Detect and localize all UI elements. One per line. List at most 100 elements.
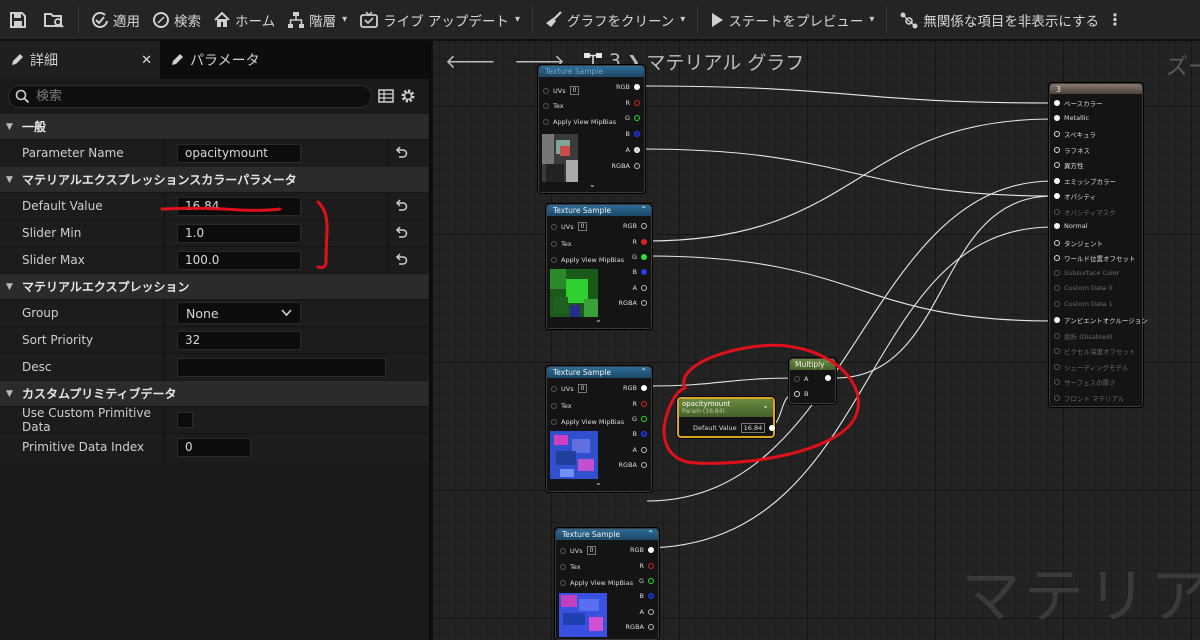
- reset-to-default-icon[interactable]: [394, 199, 408, 213]
- input-pin-dot[interactable]: [1054, 332, 1060, 339]
- save-button[interactable]: [0, 0, 36, 39]
- input-pin-dot[interactable]: [1054, 177, 1060, 184]
- input-pin-dot[interactable]: [1054, 300, 1060, 307]
- tab-details[interactable]: 詳細 ✕: [0, 41, 160, 79]
- output-a[interactable]: A: [640, 608, 654, 616]
- slider-min-field[interactable]: 1.0: [177, 223, 301, 243]
- output-rgba[interactable]: RGBA: [626, 623, 654, 631]
- material-input-pin[interactable]: ラフネス: [1054, 145, 1090, 155]
- parameter-name-field[interactable]: opacitymount: [177, 143, 301, 163]
- expand-chevron-icon[interactable]: ⌄: [589, 180, 596, 189]
- pin-tex[interactable]: Tex: [560, 563, 581, 571]
- scalar-parameter-node[interactable]: opacitymount Param (16.84) ⌄ Default Val…: [677, 397, 776, 438]
- texture-sample-node[interactable]: Texture Sample ⌃ UVs 0 Tex Apply View MipB…: [546, 366, 652, 492]
- preview-state-button[interactable]: ステートをプレビュー ▾: [704, 0, 880, 39]
- more-options-button[interactable]: ⋮: [1105, 0, 1129, 39]
- output-b[interactable]: B: [633, 430, 647, 438]
- output-rgba[interactable]: RGBA: [619, 299, 647, 307]
- output-r[interactable]: R: [632, 400, 647, 408]
- output-r[interactable]: R: [625, 99, 640, 107]
- output-rgba[interactable]: RGBA: [619, 461, 647, 469]
- material-input-pin[interactable]: オパシティマスク: [1054, 207, 1116, 217]
- reset-to-default-icon[interactable]: [394, 253, 408, 267]
- input-pin-dot[interactable]: [1054, 255, 1060, 261]
- material-input-pin[interactable]: Subsurface Color: [1054, 269, 1119, 277]
- group-dropdown[interactable]: None: [177, 302, 301, 324]
- apply-button[interactable]: 適用: [85, 0, 146, 39]
- output-b[interactable]: B: [640, 592, 654, 600]
- close-icon[interactable]: ✕: [141, 53, 152, 68]
- clean-graph-button[interactable]: グラフをクリーン ▾: [539, 0, 691, 39]
- material-input-pin[interactable]: ベースカラー: [1054, 98, 1103, 108]
- collapse-icon[interactable]: ⌃: [640, 205, 647, 214]
- expand-chevron-icon[interactable]: ⌄: [595, 478, 602, 487]
- input-pin-dot[interactable]: [1054, 269, 1060, 276]
- material-input-pin[interactable]: スペキュラ: [1054, 129, 1096, 139]
- output-g[interactable]: G: [632, 415, 647, 423]
- input-pin-dot[interactable]: [1054, 379, 1060, 385]
- uvs-value[interactable]: 0: [586, 546, 597, 555]
- material-graph-canvas[interactable]: 🡐 🡒 3 ❯ マテリアル グラフ ズー マテリアル Texture Sampl…: [433, 41, 1200, 640]
- pin-tex[interactable]: Tex: [551, 402, 572, 410]
- input-pin-dot[interactable]: [1054, 223, 1060, 229]
- input-pin-dot[interactable]: [1054, 317, 1060, 323]
- category-expression[interactable]: ▼ マテリアルエクスプレッション: [0, 273, 429, 299]
- gear-icon[interactable]: [400, 88, 416, 104]
- output-a[interactable]: A: [633, 446, 647, 454]
- material-input-pin[interactable]: サーフェスの厚さ: [1054, 377, 1116, 387]
- collapse-icon[interactable]: ⌃: [825, 359, 832, 368]
- texture-sample-node[interactable]: Texture Sample ⌃ UVs 0 Tex Apply View MipB…: [546, 204, 652, 329]
- sort-priority-field[interactable]: 32: [177, 330, 301, 350]
- category-custom-primitive[interactable]: ▼ カスタムプリミティブデータ: [0, 380, 429, 406]
- material-input-pin[interactable]: ピクセル深度オフセット: [1054, 346, 1136, 356]
- uvs-value[interactable]: 0: [569, 86, 580, 95]
- output-b[interactable]: B: [633, 268, 647, 276]
- hierarchy-button[interactable]: 階層 ▾: [281, 0, 353, 39]
- output-g[interactable]: G: [639, 577, 654, 585]
- input-pin-dot[interactable]: [1054, 193, 1060, 199]
- material-input-pin[interactable]: 異方性: [1054, 160, 1084, 170]
- input-pin-dot[interactable]: [1054, 239, 1060, 246]
- home-button[interactable]: ホーム: [207, 0, 281, 39]
- category-scalar-parameter[interactable]: ▼ マテリアルエクスプレッションスカラーパラメータ: [0, 166, 429, 192]
- texture-sample-node[interactable]: Texture Sample ⌃ UVs 0 Tex Apply View MipB…: [555, 528, 659, 640]
- search-button[interactable]: 検索: [146, 0, 207, 39]
- pin-a[interactable]: A: [794, 375, 808, 383]
- pin-uvs[interactable]: UVs 0: [551, 384, 588, 393]
- output-a[interactable]: A: [633, 284, 647, 292]
- input-pin-dot[interactable]: [1054, 146, 1060, 153]
- output-g[interactable]: G: [625, 114, 640, 122]
- reset-to-default-icon[interactable]: [394, 226, 408, 240]
- input-pin-dot[interactable]: [1054, 394, 1060, 401]
- material-result-node[interactable]: 3 ベースカラー Metallic スペキュラ ラフネス 異方性 エミッシブカラー オパシテ…: [1049, 83, 1148, 407]
- input-pin-dot[interactable]: [1054, 285, 1060, 291]
- input-pin-dot[interactable]: [1054, 208, 1060, 215]
- pin-uvs[interactable]: UVs 0: [560, 546, 597, 555]
- pin-mipbias[interactable]: Apply View MipBias: [551, 418, 624, 426]
- material-input-pin[interactable]: Custom Data 1: [1054, 300, 1113, 308]
- uvs-value[interactable]: 0: [577, 384, 588, 393]
- desc-field[interactable]: [177, 357, 386, 377]
- collapse-icon[interactable]: ⌃: [640, 367, 647, 376]
- slider-max-field[interactable]: 100.0: [177, 250, 301, 270]
- material-input-pin[interactable]: アンビエントオクルージョン: [1054, 315, 1148, 325]
- collapse-icon[interactable]: ⌄: [762, 402, 769, 410]
- default-value-field[interactable]: 16.84: [177, 196, 301, 216]
- category-general[interactable]: ▼ 一般: [0, 113, 429, 139]
- texture-sample-node[interactable]: Texture Sample UVs 0 Tex Apply View MipBi…: [538, 65, 645, 193]
- use-custom-primitive-checkbox[interactable]: [177, 412, 193, 428]
- output-rgb[interactable]: RGB: [630, 546, 654, 554]
- uvs-value[interactable]: 0: [577, 222, 588, 231]
- hide-unrelated-button[interactable]: 無関係な項目を非表示にする: [893, 0, 1105, 39]
- pin-uvs[interactable]: UVs 0: [551, 222, 588, 231]
- browse-button[interactable]: [36, 0, 72, 39]
- live-update-button[interactable]: ライブ アップデート ▾: [353, 0, 526, 39]
- material-input-pin[interactable]: Normal: [1054, 222, 1088, 230]
- details-search-input[interactable]: [36, 88, 356, 104]
- material-input-pin[interactable]: オパシティ: [1054, 191, 1096, 201]
- input-pin-dot[interactable]: [1054, 162, 1060, 168]
- output-result[interactable]: [825, 375, 831, 381]
- input-pin-dot[interactable]: [1054, 131, 1060, 137]
- output-rgb[interactable]: RGB: [616, 83, 640, 91]
- table-view-icon[interactable]: [378, 88, 394, 104]
